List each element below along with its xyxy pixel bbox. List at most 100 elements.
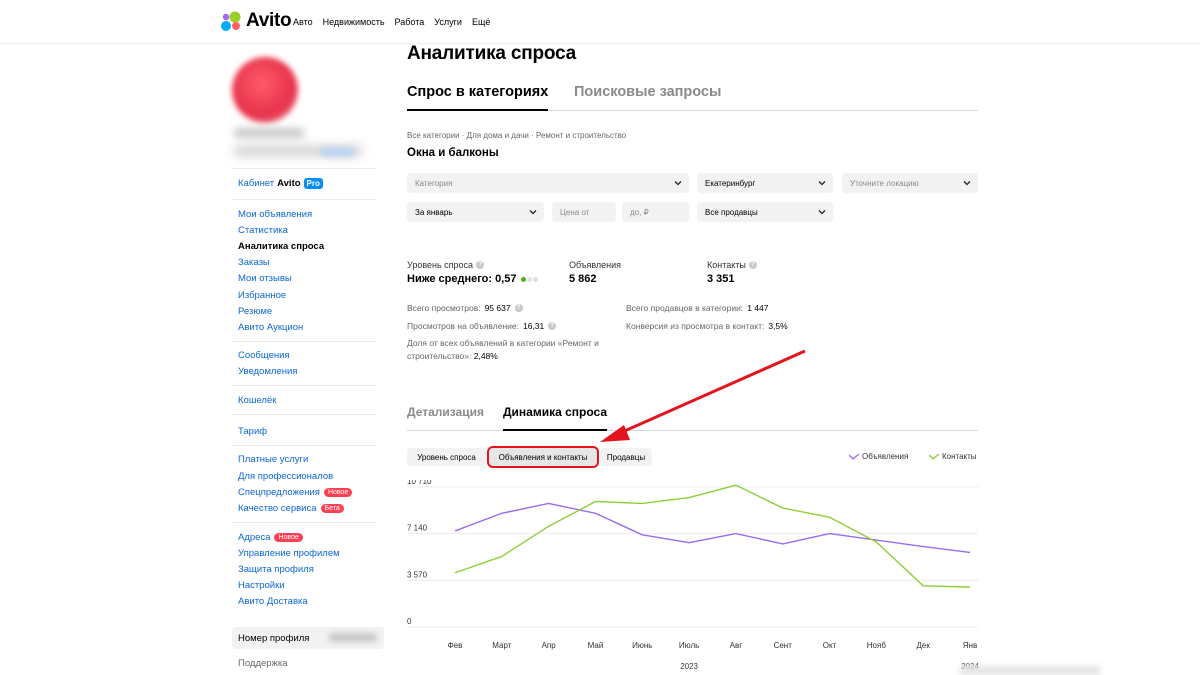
profile-name-blurred <box>234 128 304 138</box>
sidebar-item-profile-management[interactable]: Управление профилем <box>238 548 340 559</box>
x-tick-label: Март <box>492 641 511 650</box>
price-to-placeholder: до, ₽ <box>630 207 649 217</box>
tab-search-queries[interactable]: Поисковые запросы <box>574 84 721 100</box>
sidebar-divider <box>232 341 376 342</box>
sidebar-item-notifications[interactable]: Уведомления <box>238 366 297 377</box>
price-from-input[interactable]: Цена от <box>552 202 616 222</box>
nav-link-realty[interactable]: Недвижимость <box>323 17 385 27</box>
views-per-ad-stat: Просмотров на объявление: 16,31 ? <box>407 321 557 331</box>
location-select-value: Уточните локацию <box>850 178 919 188</box>
sidebar-item-demand-analytics[interactable]: Аналитика спроса <box>238 241 324 252</box>
chevron-down-icon <box>529 210 537 215</box>
x-tick-label: Июнь <box>632 641 652 650</box>
chevron-down-icon <box>963 181 971 186</box>
demand-level-label-text: Уровень спроса <box>407 260 474 270</box>
new-badge: Новое <box>323 488 353 497</box>
help-icon[interactable]: ? <box>748 261 757 269</box>
chevron-down-icon <box>674 181 682 186</box>
sidebar-item-settings[interactable]: Настройки <box>238 580 285 591</box>
demand-level-indicator <box>520 276 538 282</box>
sidebar-item-avito-delivery[interactable]: Авито Доставка <box>238 596 308 607</box>
nav-link-more[interactable]: Ещё <box>472 17 490 27</box>
main-tabs: Спрос в категориях Поисковые запросы <box>407 84 978 111</box>
avito-logo[interactable]: Avito <box>221 10 292 32</box>
support-link[interactable]: Поддержка <box>238 658 288 669</box>
tab-category-demand[interactable]: Спрос в категориях <box>407 84 549 111</box>
legend-item-contacts[interactable]: Контакты <box>929 452 977 461</box>
category-title: Окна и балконы <box>407 147 499 159</box>
sidebar-item-resume[interactable]: Резюме <box>238 306 272 317</box>
conversion-stat: Конверсия из просмотра в контакт: 3,5% <box>626 321 788 331</box>
sidebar-item-addresses[interactable]: Адреса Новое <box>238 532 303 543</box>
category-share-label: Доля от всех объявлений в категории «Рем… <box>407 338 599 361</box>
series-line-contacts <box>454 484 971 588</box>
pill-sellers[interactable]: Продавцы <box>600 448 652 466</box>
series-line-ads <box>454 502 971 554</box>
nav-link-jobs[interactable]: Работа <box>395 17 425 27</box>
sidebar-item-orders[interactable]: Заказы <box>238 257 270 268</box>
y-tick-label: 7 140 <box>407 524 428 533</box>
total-sellers-value: 1 447 <box>747 303 769 313</box>
x-tick-label: Июль <box>679 641 699 650</box>
help-icon[interactable]: ? <box>476 261 485 269</box>
cabinet-label: Кабинет <box>238 178 275 189</box>
tab-details[interactable]: Детализация <box>407 405 484 419</box>
help-icon[interactable]: ? <box>548 322 557 330</box>
sidebar-item-auction[interactable]: Авито Аукцион <box>238 322 303 333</box>
sidebar-item-tariff[interactable]: Тариф <box>238 426 267 437</box>
help-icon[interactable]: ? <box>514 304 523 312</box>
pill-demand-level[interactable]: Уровень спроса <box>407 448 486 466</box>
contacts-count-label-text: Контакты <box>707 260 746 270</box>
tab-demand-dynamics[interactable]: Динамика спроса <box>503 405 608 431</box>
avito-logo-icon <box>221 11 241 31</box>
sidebar-item-reviews[interactable]: Мои отзывы <box>238 273 292 284</box>
page-title: Аналитика спроса <box>407 43 577 64</box>
nav-link-services[interactable]: Услуги <box>434 17 462 27</box>
logo-text: Avito <box>246 10 292 31</box>
nav-links: Авто Недвижимость Работа Услуги Ещё <box>293 17 490 27</box>
y-tick-label: 0 <box>407 617 412 626</box>
profile-number-box[interactable]: Номер профиля <box>232 627 384 649</box>
ads-count-label-text: Объявления <box>569 260 622 270</box>
sidebar-item-statistics[interactable]: Статистика <box>238 225 288 236</box>
conversion-value: 3,5% <box>768 321 788 331</box>
sellers-select[interactable]: Все продавцы <box>697 202 833 222</box>
y-tick-label: 3 570 <box>407 570 428 579</box>
total-views-value: 95 637 <box>484 303 511 313</box>
period-select[interactable]: За январь <box>407 202 544 222</box>
demand-level-value: Ниже среднего: 0,57 <box>407 273 538 285</box>
breadcrumb[interactable]: Все категории · Для дома и дачи · Ремонт… <box>407 131 626 140</box>
sidebar-item-cabinet-pro[interactable]: Кабинет Avito Pro <box>238 178 323 189</box>
sidebar-item-messages[interactable]: Сообщения <box>238 350 290 361</box>
cabinet-brand: Avito <box>277 178 301 189</box>
sidebar-item-paid-services[interactable]: Платные услуги <box>238 454 308 465</box>
legend-ads-label: Объявления <box>862 452 909 461</box>
x-tick-label: Апр <box>542 641 557 650</box>
avatar[interactable] <box>232 57 298 123</box>
line-icon <box>849 453 859 460</box>
pill-ads-and-contacts[interactable]: Объявления и контакты <box>487 446 599 468</box>
x-tick-label: Фев <box>448 641 463 650</box>
top-navigation: Avito Авто Недвижимость Работа Услуги Ещ… <box>0 0 1200 44</box>
legend-contacts-label: Контакты <box>942 452 977 461</box>
x-tick-label: Дек <box>916 641 930 650</box>
sidebar-item-special-offers[interactable]: Спецпредложения Новое <box>238 487 353 498</box>
sidebar-divider <box>232 414 376 415</box>
sidebar-item-my-ads[interactable]: Мои объявления <box>238 209 312 220</box>
bottom-blurred-element <box>960 666 1100 675</box>
category-select[interactable]: Категория <box>407 173 689 193</box>
sidebar-item-wallet[interactable]: Кошелёк <box>238 395 276 406</box>
nav-link-auto[interactable]: Авто <box>293 17 313 27</box>
category-share-value: 2,48% <box>473 351 498 361</box>
legend-item-ads[interactable]: Объявления <box>849 452 908 461</box>
price-to-input[interactable]: до, ₽ <box>622 202 689 222</box>
location-select[interactable]: Уточните локацию <box>842 173 978 193</box>
chevron-down-icon <box>818 210 826 215</box>
sidebar-item-profile-protection[interactable]: Защита профиля <box>238 564 314 575</box>
sidebar-item-service-quality[interactable]: Качество сервиса Бета <box>238 503 344 514</box>
sidebar-item-favorites[interactable]: Избранное <box>238 290 286 301</box>
special-offers-label: Спецпредложения <box>238 487 320 498</box>
sidebar-item-for-professionals[interactable]: Для профессионалов <box>238 471 333 482</box>
profile-number-blurred <box>329 633 377 642</box>
city-select[interactable]: Екатеринбург <box>697 173 833 193</box>
